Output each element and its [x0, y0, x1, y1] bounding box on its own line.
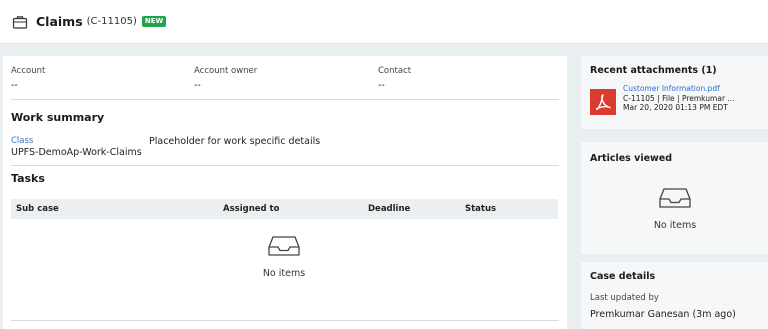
col-sub-case[interactable]: Sub case	[16, 204, 59, 214]
articles-viewed-title: Articles viewed	[590, 153, 673, 164]
contact-value: --	[378, 80, 385, 91]
class-value: UPFS-DemoAp-Work-Claims	[11, 147, 142, 158]
account-owner-label: Account owner	[194, 66, 258, 76]
empty-inbox-icon	[267, 236, 301, 262]
last-updated-label: Last updated by	[590, 293, 659, 303]
briefcase-icon	[12, 14, 28, 30]
empty-inbox-icon	[658, 188, 692, 214]
tasks-table-header: Sub case Assigned to Deadline Status	[11, 199, 558, 219]
attachment-date: Mar 20, 2020 01:13 PM EDT	[623, 103, 728, 112]
status-badge: NEW	[141, 16, 167, 27]
articles-empty-text: No items	[653, 220, 697, 231]
case-details-card: Case details Last updated by Premkumar G…	[581, 262, 768, 329]
contact-field: Contact --	[378, 66, 411, 91]
account-owner-value: --	[194, 80, 201, 91]
case-id: (C-11105)	[86, 16, 137, 27]
recent-attachments-card: Recent attachments (1) Customer Informat…	[581, 56, 768, 129]
attachment-meta: C-11105 | File | Premkumar ...	[623, 94, 735, 103]
tasks-title: Tasks	[11, 172, 45, 185]
col-deadline[interactable]: Deadline	[368, 204, 410, 214]
account-owner-field: Account owner --	[194, 66, 257, 91]
account-label: Account	[11, 66, 46, 76]
contact-label: Contact	[378, 66, 412, 76]
case-main-panel: Account -- Account owner -- Contact -- W…	[3, 56, 567, 329]
account-field: Account --	[11, 66, 45, 91]
account-fields: Account -- Account owner -- Contact --	[11, 66, 559, 100]
last-updated-value: Premkumar Ganesan (3m ago)	[590, 309, 736, 320]
work-summary-title: Work summary	[11, 111, 105, 124]
recent-attachments-title: Recent attachments (1)	[590, 65, 717, 76]
case-details-title: Case details	[590, 271, 656, 282]
pdf-icon[interactable]	[590, 89, 616, 115]
divider	[11, 165, 559, 166]
articles-empty-state: No items	[631, 186, 719, 231]
tasks-empty-state: No items	[234, 234, 334, 279]
case-title: Claims	[36, 14, 83, 29]
tasks-empty-text: No items	[262, 268, 306, 279]
case-header: Claims (C-11105) NEW	[0, 0, 768, 44]
col-status[interactable]: Status	[465, 204, 496, 214]
col-assigned-to[interactable]: Assigned to	[223, 204, 279, 214]
work-details-placeholder: Placeholder for work specific details	[149, 136, 321, 147]
divider	[11, 320, 559, 321]
articles-viewed-card: Articles viewed No items	[581, 142, 768, 254]
attachment-link[interactable]: Customer Information.pdf	[623, 84, 720, 93]
class-label: Class	[11, 136, 34, 146]
account-value: --	[11, 80, 18, 91]
